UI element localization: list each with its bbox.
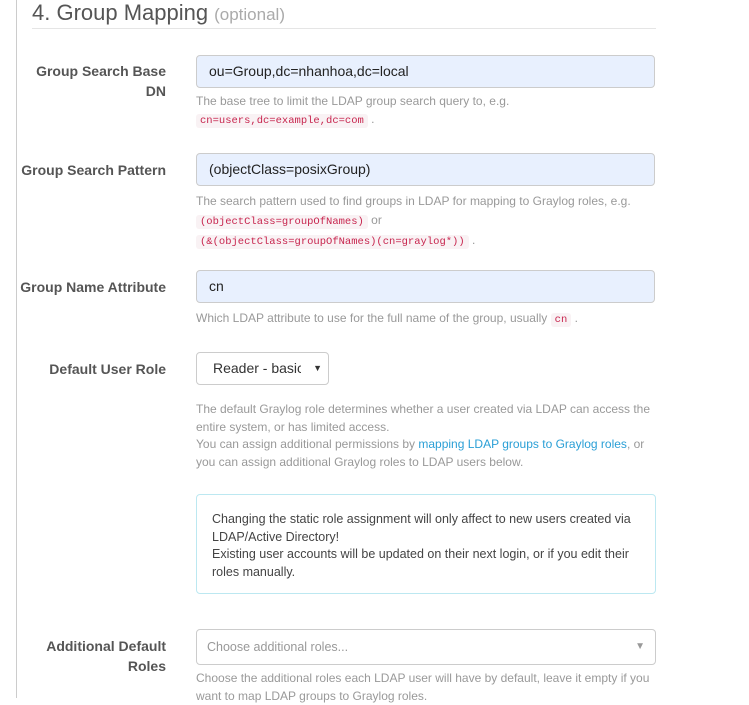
help-punct: . <box>574 311 578 325</box>
group-search-pattern-label: Group Search Pattern <box>21 162 166 178</box>
group-search-base-dn-label: Group Search Base DN <box>36 63 166 99</box>
group-search-base-dn-help: The base tree to limit the LDAP group se… <box>196 93 666 130</box>
caret-down-icon: ▼ <box>635 641 645 652</box>
divider <box>32 28 656 29</box>
default-user-role-select[interactable]: Reader - basic access ▼ <box>196 352 329 385</box>
placeholder: Choose additional roles... <box>207 640 349 654</box>
help-punct: . <box>472 233 476 247</box>
help-text: You can assign additional permissions by <box>196 437 416 451</box>
left-border <box>16 0 17 698</box>
help-text: The base tree to limit the LDAP group se… <box>196 94 510 108</box>
group-name-attribute-input[interactable]: cn <box>196 270 655 303</box>
additional-roles-select[interactable]: Choose additional roles... ▼ <box>196 629 656 665</box>
caret-down-icon: ▼ <box>313 363 322 373</box>
alert-line-1: Changing the static role assignment will… <box>212 512 631 544</box>
group-search-base-dn-input[interactable]: ou=Group,dc=nhanhoa,dc=local <box>196 55 655 88</box>
group-search-pattern-input[interactable]: (objectClass=posixGroup) <box>196 153 655 186</box>
help-text: The search pattern used to find groups i… <box>196 194 631 208</box>
group-name-attribute-label: Group Name Attribute <box>20 279 166 295</box>
section-title: 4. Group Mapping (optional) <box>32 0 285 26</box>
additional-roles-help: Choose the additional roles each LDAP us… <box>196 671 650 703</box>
help-or: or <box>371 212 382 227</box>
help-text: The default Graylog role determines whet… <box>196 402 651 434</box>
group-search-pattern-help: The search pattern used to find groups i… <box>196 192 666 252</box>
alert-line-2: Existing user accounts will be updated o… <box>212 547 629 579</box>
code-example: cn <box>550 313 572 327</box>
group-name-attribute-help: Which LDAP attribute to use for the full… <box>196 310 666 330</box>
default-user-role-label: Default User Role <box>49 361 166 377</box>
mapping-groups-link[interactable]: mapping LDAP groups to Graylog roles <box>418 437 627 451</box>
section-title-text: 4. Group Mapping <box>32 0 209 25</box>
info-alert: Changing the static role assignment will… <box>196 494 656 594</box>
optional-label: (optional) <box>214 5 285 24</box>
selected-value: Reader - basic access <box>213 360 301 376</box>
help-punct: . <box>371 111 375 126</box>
additional-default-roles-label: Additional Default Roles <box>46 638 166 674</box>
help-text: Which LDAP attribute to use for the full… <box>196 311 548 325</box>
code-example: (objectClass=groupOfNames) <box>196 214 368 229</box>
default-user-role-help: The default Graylog role determines whet… <box>196 401 656 471</box>
code-example: (&(objectClass=groupOfNames)(cn=graylog*… <box>196 235 469 249</box>
code-example: cn=users,dc=example,dc=com <box>196 113 368 128</box>
